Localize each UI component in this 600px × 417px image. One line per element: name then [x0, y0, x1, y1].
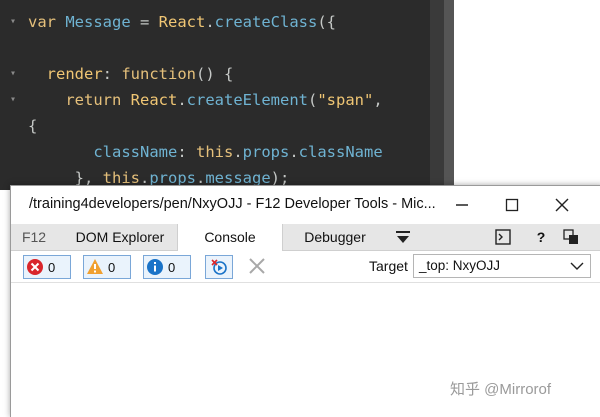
code-text: { — [28, 115, 37, 137]
errors-filter-button[interactable]: 0 — [23, 255, 71, 279]
code-text: var Message = React.createClass({ — [28, 11, 336, 33]
code-token: = — [139, 13, 159, 31]
code-token: . — [177, 91, 187, 109]
target-label: Target — [369, 258, 408, 274]
code-token: className — [28, 143, 178, 161]
code-token: ( — [308, 91, 318, 109]
minimize-button[interactable] — [443, 190, 481, 220]
errors-count: 0 — [48, 259, 56, 275]
code-token: . — [233, 143, 243, 161]
code-token: : — [177, 143, 196, 161]
code-token: . — [205, 13, 215, 31]
chevron-down-icon — [570, 262, 584, 270]
fold-arrow-icon[interactable]: ▾ — [10, 11, 16, 33]
code-token: . — [289, 143, 299, 161]
help-icon: ? — [536, 229, 546, 245]
tab-f12[interactable]: F12 — [19, 224, 49, 250]
clear-icon — [249, 258, 265, 274]
clear-on-navigate-button[interactable] — [205, 255, 233, 279]
code-token: "span" — [317, 91, 374, 109]
code-token: : — [102, 65, 122, 83]
code-token: return — [28, 91, 131, 109]
target-value: _top: NxyOJJ — [419, 258, 501, 273]
code-token: className — [298, 143, 383, 161]
code-token: React — [130, 91, 178, 109]
dock-button[interactable] — [559, 224, 583, 250]
minimize-icon — [456, 204, 468, 206]
warning-icon — [86, 258, 104, 276]
code-text: className: this.props.className — [28, 141, 383, 163]
code-text: return React.createElement("span", — [28, 89, 383, 111]
info-icon — [146, 258, 164, 276]
watermark: 知乎 @Mirrorof — [450, 381, 552, 398]
console-icon — [495, 229, 511, 245]
messages-count: 0 — [168, 259, 176, 275]
messages-filter-button[interactable]: 0 — [143, 255, 191, 279]
fold-arrow-icon[interactable]: ▾ — [10, 63, 16, 85]
maximize-icon — [505, 198, 519, 212]
code-token: React — [158, 13, 206, 31]
editor-gutter — [430, 0, 444, 190]
code-text: render: function() { — [28, 63, 234, 85]
help-button[interactable]: ? — [531, 224, 551, 250]
code-token: var — [28, 13, 66, 31]
fold-arrow-icon[interactable]: ▾ — [10, 89, 16, 111]
code-editor: ▾ var Message = React.createClass({▾ rend… — [0, 0, 430, 190]
overflow-chevron-icon — [396, 231, 410, 243]
target-select[interactable]: _top: NxyOJJ — [413, 254, 591, 278]
tab-debugger[interactable]: Debugger — [287, 224, 383, 250]
code-token: this — [195, 143, 234, 161]
tab-dom-explorer[interactable]: DOM Explorer — [63, 224, 177, 250]
close-button[interactable] — [543, 190, 581, 220]
editor-scrollbar[interactable] — [444, 0, 454, 190]
warnings-filter-button[interactable]: 0 — [83, 255, 131, 279]
warnings-count: 0 — [108, 259, 116, 275]
code-token: function — [121, 65, 196, 83]
code-token: Message — [65, 13, 140, 31]
dock-icon — [563, 229, 578, 244]
tab-console[interactable]: Console — [177, 224, 283, 251]
window-title: /training4developers/pen/NxyOJJ - F12 De… — [29, 196, 436, 212]
title-bar[interactable]: /training4developers/pen/NxyOJJ - F12 De… — [11, 186, 600, 224]
maximize-button[interactable] — [493, 190, 531, 220]
code-token: ({ — [317, 13, 336, 31]
code-token: props — [242, 143, 290, 161]
clear-console-button[interactable] — [247, 256, 267, 276]
error-icon — [26, 258, 44, 276]
tab-bar: F12 DOM Explorer Console Debugger ? — [11, 224, 600, 251]
code-token: { — [28, 117, 38, 135]
code-token: createElement — [186, 91, 308, 109]
code-token: render — [28, 65, 103, 83]
close-icon — [555, 198, 569, 212]
console-toggle-button[interactable] — [491, 224, 515, 250]
code-token: , — [373, 91, 383, 109]
console-toolbar: 0 0 0 Target _top: NxyOJJ — [11, 251, 600, 281]
code-token: () { — [195, 65, 234, 83]
clear-on-navigate-icon — [211, 259, 227, 275]
code-token: createClass — [214, 13, 318, 31]
more-tabs-button[interactable] — [391, 224, 415, 250]
